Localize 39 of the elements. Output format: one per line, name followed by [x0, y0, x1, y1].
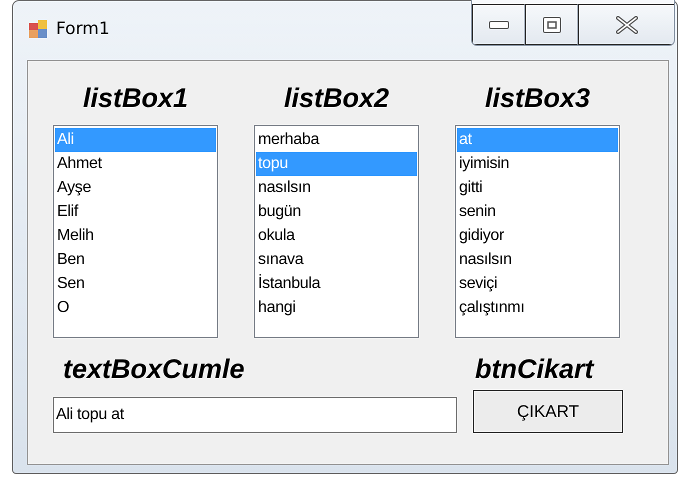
- button-caption: btnCikart: [475, 353, 594, 386]
- list-item[interactable]: bugün: [256, 200, 417, 224]
- minimize-button[interactable]: [472, 4, 525, 45]
- list-item[interactable]: okula: [256, 224, 417, 248]
- list-item[interactable]: merhaba: [256, 128, 417, 152]
- list-caption: listBox2: [284, 82, 390, 115]
- field-caption: textBoxCumle: [63, 353, 245, 386]
- list-item[interactable]: gitti: [457, 176, 618, 200]
- maximize-button[interactable]: [525, 4, 578, 45]
- list-item[interactable]: Sen: [55, 272, 216, 296]
- list-item[interactable]: hangi: [256, 296, 417, 320]
- list-item[interactable]: Ben: [55, 248, 216, 272]
- list-item[interactable]: Melih: [55, 224, 216, 248]
- sentence-field[interactable]: Ali topu at: [53, 397, 457, 433]
- list-item[interactable]: Ayşe: [55, 176, 216, 200]
- list-item[interactable]: gidiyor: [457, 224, 618, 248]
- list-item[interactable]: seviçi: [457, 272, 618, 296]
- list-box[interactable]: Ali Ahmet Ayşe Elif Melih Ben Sen O: [53, 125, 218, 338]
- list-item[interactable]: iyimisin: [457, 152, 618, 176]
- list-item[interactable]: O: [55, 296, 216, 320]
- window-title: Form1: [56, 18, 110, 38]
- list-item[interactable]: Ahmet: [55, 152, 216, 176]
- list-item[interactable]: nasılsın: [457, 248, 618, 272]
- list-box[interactable]: merhaba topu nasılsın bugün okula sınava İstanbula hangi: [254, 125, 419, 338]
- close-icon: [616, 16, 638, 34]
- app-icon: [29, 20, 47, 38]
- list-item[interactable]: sınava: [256, 248, 417, 272]
- restore-icon: [542, 16, 560, 32]
- close-button[interactable]: [578, 4, 674, 45]
- list-item[interactable]: İstanbula: [256, 272, 417, 296]
- list-item[interactable]: çalıştınmı: [457, 296, 618, 320]
- list-caption: listBox1: [82, 82, 188, 115]
- minimize-icon: [488, 20, 508, 28]
- list-item[interactable]: nasılsın: [256, 176, 417, 200]
- list-item[interactable]: senin: [457, 200, 618, 224]
- list-box[interactable]: at iyimisin gitti senin gidiyor nasılsın seviçi çalıştınmı: [455, 125, 620, 338]
- list-item[interactable]: Elif: [55, 200, 216, 224]
- remove-button[interactable]: ÇIKART: [473, 390, 623, 433]
- list-caption: listBox3: [484, 82, 590, 115]
